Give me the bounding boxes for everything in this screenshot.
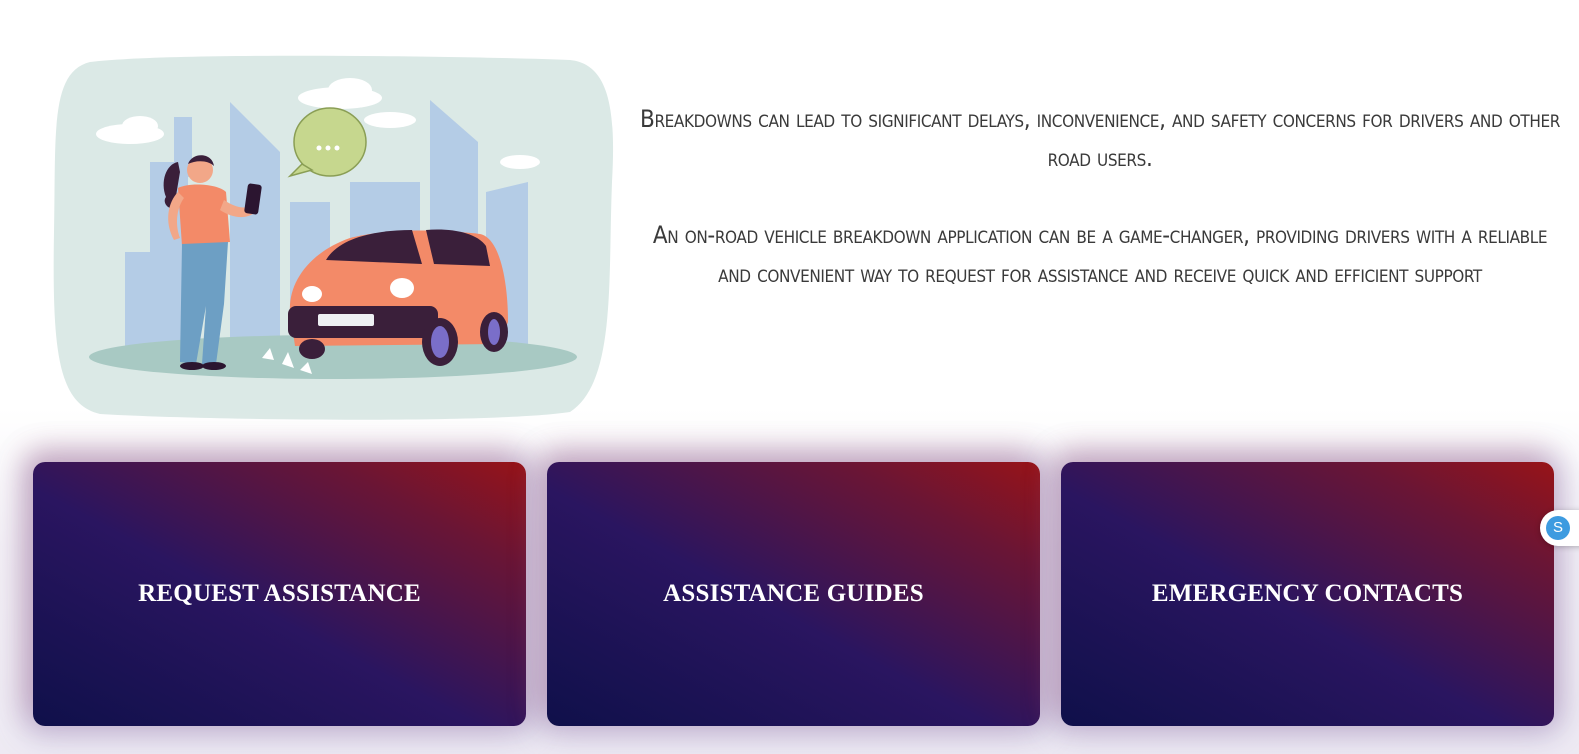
chat-widget-button[interactable]: S	[1540, 510, 1579, 546]
emergency-contacts-label: EMERGENCY CONTACTS	[1151, 580, 1464, 607]
assistance-guides-label: ASSISTANCE GUIDES	[663, 580, 924, 607]
emergency-contacts-card[interactable]: EMERGENCY CONTACTS	[1061, 462, 1554, 726]
assistance-guides-card[interactable]: ASSISTANCE GUIDES	[547, 462, 1040, 726]
intro-paragraph-1: Breakdowns can lead to significant delay…	[640, 105, 1560, 172]
hero-illustration	[50, 52, 616, 422]
request-assistance-card[interactable]: REQUEST ASSISTANCE	[33, 462, 526, 726]
intro-paragraph-2: An on-road vehicle breakdown application…	[652, 221, 1548, 288]
intro-text: Breakdowns can lead to significant delay…	[640, 100, 1560, 294]
request-assistance-label: REQUEST ASSISTANCE	[138, 580, 421, 607]
chat-icon: S	[1546, 516, 1570, 540]
